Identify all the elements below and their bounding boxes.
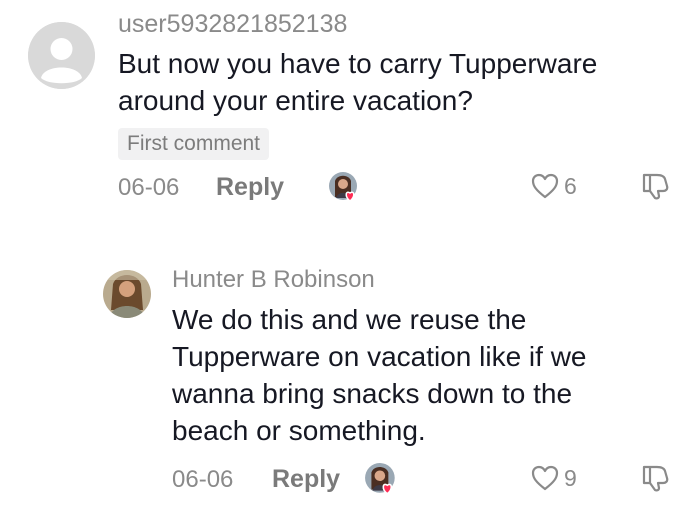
reply-button[interactable]: Reply (216, 173, 284, 202)
comment-date: 06-06 (118, 174, 180, 201)
dislike-button[interactable] (640, 170, 672, 202)
first-comment-badge: First comment (118, 128, 270, 160)
comment-username[interactable]: user5932821852138 (118, 10, 347, 39)
creator-liked-avatar (328, 171, 358, 202)
thumbs-down-icon (642, 465, 669, 492)
thumbs-down-icon (642, 173, 669, 200)
like-count: 6 (564, 172, 577, 199)
like-button[interactable]: 6 (530, 172, 577, 200)
dislike-button[interactable] (640, 462, 672, 494)
comment-text: But now you have to carry Tupperware aro… (118, 48, 598, 116)
heart-outline-icon (531, 465, 559, 491)
comment-text: We do this and we reuse the Tupperware o… (172, 304, 587, 446)
heart-icon (345, 191, 355, 202)
user-silhouette-icon (28, 22, 95, 89)
heart-icon (382, 483, 393, 495)
like-button[interactable]: 9 (530, 464, 577, 492)
heart-outline-icon (531, 173, 559, 199)
comment-date: 06-06 (172, 466, 234, 493)
profile-photo (103, 270, 151, 318)
reply-button[interactable]: Reply (272, 465, 340, 494)
like-count: 9 (564, 464, 577, 491)
user-avatar[interactable] (103, 270, 151, 318)
creator-liked-avatar (364, 462, 395, 495)
comment-username[interactable]: Hunter B Robinson (172, 266, 375, 294)
default-avatar[interactable] (28, 22, 95, 89)
